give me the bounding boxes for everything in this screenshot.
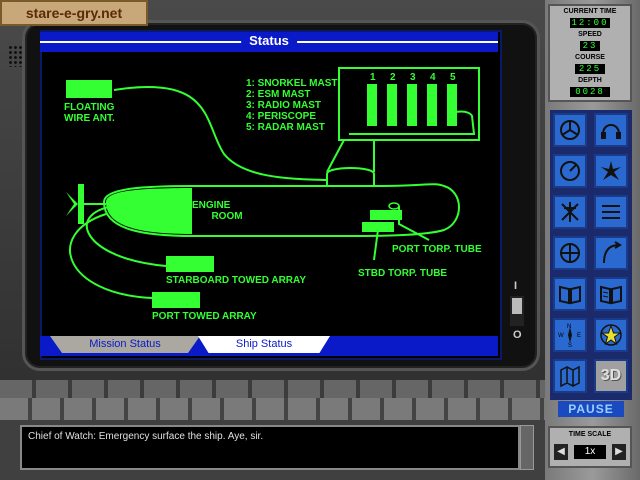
stbd-torp-tube	[362, 222, 394, 232]
engine-room-label: ENGINE ROOM	[192, 200, 243, 222]
mast-icon	[561, 202, 579, 222]
right-arrow-icon: ▶	[615, 446, 623, 457]
helm-wheel-icon	[560, 120, 580, 140]
screen-tab-bar: Mission Status Ship Status	[40, 336, 498, 356]
propeller	[66, 192, 78, 216]
explosion-icon	[601, 161, 621, 180]
list-lines-icon	[602, 205, 620, 219]
manual-button[interactable]	[594, 277, 628, 311]
speed-label: SPEED	[578, 31, 602, 38]
starboard-towed-array-label: STARBOARD TOWED ARRAY	[166, 275, 307, 286]
list-button[interactable]	[594, 195, 628, 229]
mast-number-1: 1	[370, 72, 376, 83]
ship-status-diagram: FLOATING WIRE ANT. 1: SNORKEL MAST 2: ES…	[44, 54, 494, 336]
compass-button[interactable]: NW E S	[553, 318, 587, 352]
depth-value: 0028	[570, 87, 610, 97]
mast-list: 1: SNORKEL MAST 2: ESM MAST 3: RADIO MAS…	[246, 78, 338, 133]
mast-number-3: 3	[410, 72, 416, 83]
compass-rose-icon: NW E S	[558, 324, 581, 347]
tab-ship-status[interactable]: Ship Status	[198, 336, 330, 353]
time-scale-increase-button[interactable]: ▶	[612, 444, 626, 460]
time-scale-control: TIME SCALE ◀ 1x ▶	[548, 426, 632, 468]
starboard-towed-array	[166, 256, 214, 272]
screen-title: Status	[241, 33, 297, 48]
screen-title-bar: Status	[40, 32, 498, 52]
compass-e: E	[577, 333, 581, 339]
mast-number-2: 2	[390, 72, 396, 83]
time-scale-label: TIME SCALE	[568, 431, 612, 438]
power-toggle-switch[interactable]: I O	[505, 280, 531, 342]
compass-w: W	[558, 333, 564, 339]
log-book-button[interactable]	[553, 277, 587, 311]
sail-outline	[326, 167, 375, 186]
3d-view-button[interactable]: 3D	[594, 359, 628, 393]
current-time-label: CURRENT TIME	[563, 8, 617, 15]
course-value: 225	[575, 64, 605, 74]
helm-button[interactable]	[553, 113, 587, 147]
map-button[interactable]	[553, 359, 587, 393]
mast-number-5: 5	[450, 72, 456, 83]
speed-value: 23	[580, 41, 600, 51]
station-button-grid: NW E S 3D	[550, 110, 632, 400]
mast-3	[407, 84, 417, 126]
periscope-button[interactable]	[553, 236, 587, 270]
status-readouts: CURRENT TIME 12:00 SPEED 23 COURSE 225 D…	[548, 4, 632, 102]
site-watermark: stare-e-gry.net	[0, 0, 148, 26]
headphones-icon	[601, 124, 621, 139]
engine-room-section	[106, 188, 192, 234]
message-scrollbar[interactable]	[520, 425, 534, 470]
mast-4	[427, 84, 437, 126]
time-scale-value: 1x	[574, 445, 606, 459]
curve-arrow-icon	[603, 241, 622, 264]
compass-s: S	[568, 343, 572, 347]
left-arrow-icon: ◀	[557, 446, 565, 457]
mast-button[interactable]	[553, 195, 587, 229]
port-torp-tube	[370, 210, 402, 220]
compass-n: N	[567, 324, 571, 330]
sonar-button[interactable]	[594, 113, 628, 147]
book-alt-icon	[600, 285, 622, 305]
mast-5	[447, 84, 457, 126]
weapons-button[interactable]	[594, 154, 628, 188]
floating-wire-ant-label: FLOATING WIRE ANT.	[64, 102, 115, 124]
star-button[interactable]	[594, 318, 628, 352]
tab-mission-status[interactable]: Mission Status	[50, 336, 200, 353]
port-towed-array-label: PORT TOWED ARRAY	[152, 311, 257, 322]
time-scale-decrease-button[interactable]: ◀	[554, 444, 568, 460]
crosshair-icon	[560, 243, 580, 263]
mast-2	[387, 84, 397, 126]
map-icon	[560, 365, 580, 388]
pause-button[interactable]: PAUSE	[558, 401, 624, 417]
stbd-torp-tube-label: STBD TORP. TUBE	[358, 268, 448, 279]
3d-icon: 3D	[600, 367, 622, 384]
gauge-button[interactable]	[553, 154, 587, 188]
course-label: COURSE	[575, 54, 605, 61]
depth-label: DEPTH	[578, 77, 602, 84]
navigation-button[interactable]	[594, 236, 628, 270]
book-icon	[559, 285, 581, 305]
star-icon	[600, 324, 622, 346]
toggle-on-label: I	[514, 280, 518, 292]
current-time-value: 12:00	[570, 18, 610, 28]
port-towed-array	[152, 292, 200, 308]
mast-1	[367, 84, 377, 126]
floating-wire-antenna	[66, 80, 112, 98]
message-log: Chief of Watch: Emergency surface the sh…	[20, 425, 520, 470]
toggle-off-label: O	[513, 329, 522, 341]
console-keyboard-row	[0, 398, 545, 420]
mast-number-4: 4	[430, 72, 436, 83]
gauge-icon	[560, 161, 580, 181]
port-torp-tube-label: PORT TORP. TUBE	[392, 244, 482, 255]
